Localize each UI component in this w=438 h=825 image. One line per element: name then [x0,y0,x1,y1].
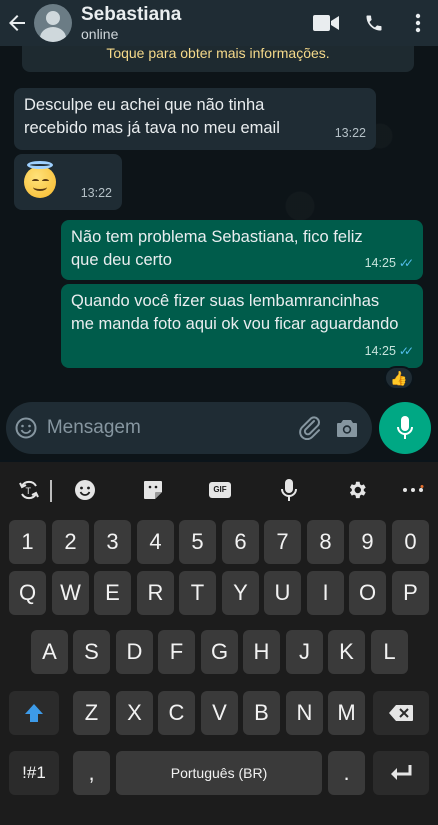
key-8[interactable]: 8 [307,520,344,564]
contact-name: Sebastiana [81,4,182,25]
key-m[interactable]: M [328,691,365,735]
message-outgoing[interactable]: Quando você fizer suas lembamrancinhas m… [61,284,423,368]
key-e[interactable]: E [94,571,131,615]
voice-input-icon[interactable] [272,474,306,506]
message-text: Não tem problema Sebastiana, fico feliz … [71,228,363,269]
thumbs-up-reaction-icon[interactable]: 👍 [384,366,414,390]
key-i[interactable]: I [307,571,344,615]
key-g[interactable]: G [201,630,238,674]
key-5[interactable]: 5 [179,520,216,564]
key-1[interactable]: 1 [9,520,46,564]
key-f[interactable]: F [158,630,195,674]
gif-icon[interactable]: GIF [203,474,237,506]
emoji-icon[interactable] [6,402,47,454]
back-arrow-icon[interactable] [0,0,34,46]
backspace-key[interactable] [373,691,429,735]
settings-icon[interactable] [340,474,374,506]
contact-info[interactable]: Sebastiana online [81,4,302,42]
svg-text:T: T [26,486,32,496]
key-u[interactable]: U [264,571,301,615]
more-dots-icon[interactable] [396,474,430,506]
video-call-icon[interactable] [302,0,350,46]
message-time: 14:25 [364,344,396,358]
backspace-icon [389,705,413,721]
message-time: 13:22 [80,186,112,200]
key-7[interactable]: 7 [264,520,301,564]
shift-key[interactable] [9,691,59,735]
mic-icon [397,416,413,439]
message-input[interactable] [46,417,292,439]
message-meta: 14:25 ✓✓ [364,340,414,363]
shift-arrow-icon [25,704,43,722]
message-text: Desculpe eu achei que não tinha recebido… [24,96,280,137]
chat-area[interactable]: Toque para obter mais informações. Descu… [0,46,438,460]
key-x[interactable]: X [116,691,153,735]
smiling-face-with-halo-icon [24,161,56,198]
key-6[interactable]: 6 [222,520,259,564]
sticker-icon[interactable] [136,474,170,506]
symbols-key[interactable]: !#1 [9,751,59,795]
toolbar-divider [50,480,52,502]
key-t[interactable]: T [179,571,216,615]
key-k[interactable]: K [328,630,365,674]
contact-status: online [81,26,119,42]
key-c[interactable]: C [158,691,195,735]
key-y[interactable]: Y [222,571,259,615]
key-3[interactable]: 3 [94,520,131,564]
message-time: 14:25 [364,256,396,270]
key-q[interactable]: Q [9,571,46,615]
key-s[interactable]: S [73,630,110,674]
message-outgoing[interactable]: Não tem problema Sebastiana, fico feliz … [61,220,423,280]
key-o[interactable]: O [349,571,386,615]
chat-screen: Sebastiana online Toque para obter mais … [0,0,438,825]
info-banner-text: Toque para obter mais informações. [106,46,330,61]
read-receipt-icon: ✓✓ [398,344,414,358]
enter-icon [391,765,412,780]
key-r[interactable]: R [137,571,174,615]
key-9[interactable]: 9 [349,520,386,564]
camera-icon[interactable] [329,402,366,454]
message-incoming-emoji[interactable]: 13:22 [14,154,122,210]
period-key[interactable]: . [328,751,365,795]
message-meta: 14:25 ✓✓ [364,252,414,275]
emoji-icon[interactable] [68,474,102,506]
avatar[interactable] [34,4,72,42]
enter-key[interactable] [373,751,429,795]
space-key[interactable]: Português (BR) [116,751,322,795]
key-l[interactable]: L [371,630,408,674]
more-vert-icon[interactable] [398,0,438,46]
gif-label: GIF [209,482,231,498]
info-banner[interactable]: Toque para obter mais informações. [22,46,414,72]
key-j[interactable]: J [286,630,323,674]
key-b[interactable]: B [243,691,280,735]
phone-icon[interactable] [350,0,398,46]
key-2[interactable]: 2 [52,520,89,564]
keyboard-toolbar: T GIF [0,462,438,518]
chat-header: Sebastiana online [0,0,438,46]
key-0[interactable]: 0 [392,520,429,564]
text-swap-icon[interactable]: T [12,474,46,506]
key-4[interactable]: 4 [137,520,174,564]
key-z[interactable]: Z [73,691,110,735]
message-time: 13:22 [334,126,366,140]
keyboard: T GIF 1 2 3 4 5 6 7 8 9 0 Q W E R T Y U … [0,462,438,825]
mic-button[interactable] [379,402,431,454]
message-text: Quando você fizer suas lembamrancinhas m… [71,292,399,333]
read-receipt-icon: ✓✓ [398,256,414,270]
attach-icon[interactable] [292,402,329,454]
key-n[interactable]: N [286,691,323,735]
comma-key[interactable]: , [73,751,110,795]
key-w[interactable]: W [52,571,89,615]
key-p[interactable]: P [392,571,429,615]
key-v[interactable]: V [201,691,238,735]
key-a[interactable]: A [31,630,68,674]
key-h[interactable]: H [243,630,280,674]
key-d[interactable]: D [116,630,153,674]
composer [6,402,372,454]
message-incoming[interactable]: Desculpe eu achei que não tinha recebido… [14,88,376,150]
